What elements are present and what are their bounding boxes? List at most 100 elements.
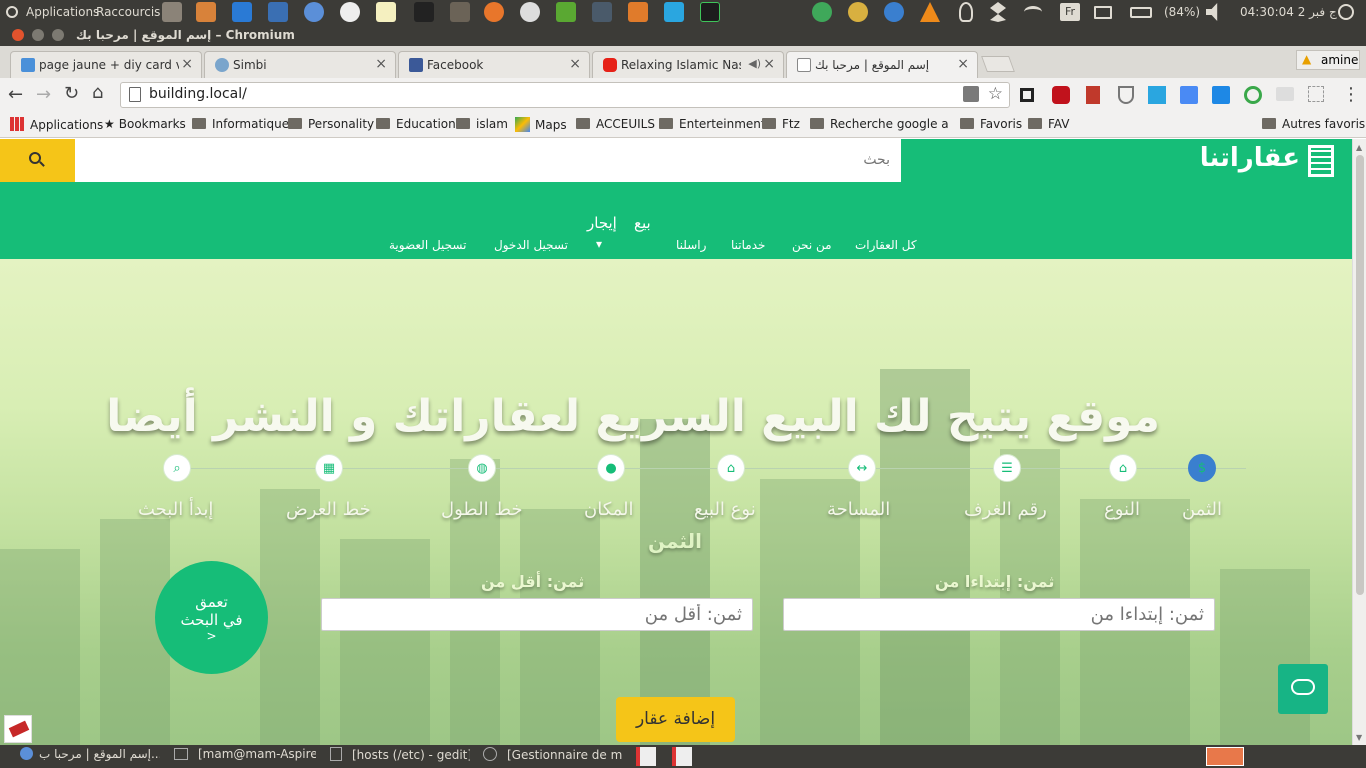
nav-dropdown-toggle[interactable]: ▾ <box>596 237 602 251</box>
nav-services[interactable]: خدماتنا <box>731 238 765 252</box>
close-tab-icon[interactable]: × <box>181 56 193 72</box>
vlc-icon[interactable] <box>920 2 940 22</box>
page-scrollbar[interactable]: ▲ ▼ <box>1352 139 1366 745</box>
bookmark-folder[interactable]: Recherche google a tr <box>810 117 950 131</box>
w-app-icon[interactable] <box>664 2 684 22</box>
dropbox-icon[interactable] <box>990 2 1006 22</box>
ubuntu-logo-icon[interactable] <box>6 6 18 18</box>
bookmark-star-icon[interactable]: ☆ <box>988 84 1003 104</box>
sublime-icon[interactable] <box>592 2 612 22</box>
tab-rent[interactable]: إيجار <box>587 214 617 232</box>
taskbar-item[interactable]: [hosts (/etc) - gedit] <box>330 747 470 766</box>
add-property-button[interactable]: إضافة عقار <box>616 697 735 742</box>
bookmark-maps[interactable]: Maps <box>515 117 567 132</box>
bookmark-folder[interactable]: Education <box>376 117 456 131</box>
bulb-icon[interactable] <box>959 2 973 22</box>
scroll-up-arrow[interactable]: ▲ <box>1356 143 1362 152</box>
scroll-thumb[interactable] <box>1356 155 1364 595</box>
map-marker-icon[interactable]: ● <box>597 454 625 482</box>
back-button[interactable]: ← <box>8 84 23 105</box>
gimp-icon[interactable] <box>450 2 470 22</box>
step-label-sale-type[interactable]: نوع البيع <box>694 499 756 520</box>
globe-icon[interactable]: ◍ <box>468 454 496 482</box>
extension-icon[interactable] <box>1244 86 1262 104</box>
other-bookmarks[interactable]: Autres favoris <box>1262 117 1365 131</box>
bookmark-folder[interactable]: Personality <box>288 117 374 131</box>
price-from-input[interactable] <box>783 598 1215 631</box>
url-text[interactable]: building.local/ <box>149 86 247 102</box>
home-button[interactable]: ⌂ <box>92 82 103 103</box>
translate-icon[interactable] <box>963 86 979 102</box>
screenshot-icon[interactable] <box>268 2 288 22</box>
close-window-button[interactable] <box>12 29 24 41</box>
extension-icon[interactable] <box>1212 86 1230 104</box>
step-label-type[interactable]: النوع <box>1104 499 1140 520</box>
browser-tab[interactable]: Simbi × <box>204 51 396 78</box>
dollar-icon[interactable]: $ <box>1188 454 1216 482</box>
bookmark-bookmarks[interactable]: ★ Bookmarks <box>104 117 186 131</box>
clock[interactable]: 04:30:04 2 ج فبر <box>1240 5 1337 19</box>
minimize-window-button[interactable] <box>32 29 44 41</box>
pycharm-icon[interactable] <box>700 2 720 22</box>
vscode-icon[interactable] <box>232 2 252 22</box>
site-logo[interactable]: عقاراتنا <box>1200 143 1334 179</box>
profile-badge[interactable]: ▲ amine <box>1296 50 1360 70</box>
reload-button[interactable]: ↻ <box>64 83 79 104</box>
chromium-icon[interactable] <box>304 2 324 22</box>
browser-tab[interactable]: page jaune + diy card v + w × <box>10 51 202 78</box>
step-label-longitude[interactable]: خط الطول <box>441 499 523 520</box>
shortcuts-menu[interactable]: Raccourcis <box>96 5 160 19</box>
bookmark-folder[interactable]: Favoris <box>960 117 1022 131</box>
page-info-icon[interactable] <box>129 87 141 102</box>
inkscape-icon[interactable] <box>414 2 434 22</box>
applications-menu[interactable]: Applications <box>26 5 99 19</box>
forward-button[interactable]: → <box>36 84 51 105</box>
bookmark-apps[interactable]: Applications <box>10 117 103 132</box>
step-label-area[interactable]: المساحة <box>827 499 890 520</box>
close-tab-icon[interactable]: × <box>957 56 969 72</box>
tasks-icon[interactable] <box>556 2 576 22</box>
nav-register[interactable]: تسجيل العضوية <box>389 238 466 252</box>
extension-icon[interactable] <box>1276 87 1294 101</box>
new-tab-button[interactable] <box>981 56 1015 72</box>
folder-icon[interactable] <box>196 2 216 22</box>
bookmark-folder[interactable]: Enterteinment <box>659 117 766 131</box>
browser-tab[interactable]: Relaxing Islamic Nashe ◀) × <box>592 51 784 78</box>
bookmark-folder[interactable]: ACCEUILS <box>576 117 655 131</box>
notes-icon[interactable] <box>376 2 396 22</box>
nav-about[interactable]: من نحن <box>792 238 832 252</box>
files-icon[interactable] <box>162 2 182 22</box>
scroll-down-arrow[interactable]: ▼ <box>1356 733 1362 742</box>
tray-owl-icon[interactable] <box>848 2 868 22</box>
nav-login[interactable]: تسجيل الدخول <box>494 238 568 252</box>
extension-icon[interactable] <box>1308 86 1324 102</box>
search-button[interactable] <box>0 139 75 182</box>
taskbar-item[interactable]: إسم الموقع | مرحبا ب... <box>20 747 160 766</box>
power-icon[interactable] <box>1338 4 1354 20</box>
adblock-icon[interactable] <box>1052 86 1070 104</box>
bookmark-folder[interactable]: FAV <box>1028 117 1069 131</box>
extension-icon[interactable] <box>1148 86 1166 104</box>
browser-tab[interactable]: Facebook × <box>398 51 590 78</box>
chat-button[interactable] <box>1278 664 1328 714</box>
nav-all-properties[interactable]: كل العقارات <box>855 238 917 252</box>
taskbar-item[interactable]: [mam@mam-Aspire... <box>174 747 316 766</box>
workspace-switcher[interactable] <box>1206 747 1244 766</box>
step-label-start-search[interactable]: إبدأ البحث <box>138 499 213 520</box>
price-to-input[interactable] <box>321 598 753 631</box>
tab-sell[interactable]: بيع <box>634 214 651 232</box>
search-input[interactable] <box>80 145 890 175</box>
workspace-icon[interactable] <box>636 747 656 766</box>
step-label-location[interactable]: المكان <box>584 499 634 520</box>
extension-icon[interactable] <box>1020 88 1034 102</box>
step-label-latitude[interactable]: خط العرض <box>286 499 371 520</box>
address-bar[interactable]: building.local/ ☆ <box>120 82 1010 108</box>
translate-extension-icon[interactable] <box>1180 86 1198 104</box>
workspace-icon[interactable] <box>672 747 692 766</box>
bookmark-folder[interactable]: islam <box>456 117 508 131</box>
extension-icon[interactable] <box>1118 86 1134 104</box>
maximize-window-button[interactable] <box>52 29 64 41</box>
tray-bird-icon[interactable] <box>884 2 904 22</box>
map-icon[interactable]: ▦ <box>315 454 343 482</box>
firefox-icon[interactable] <box>484 2 504 22</box>
